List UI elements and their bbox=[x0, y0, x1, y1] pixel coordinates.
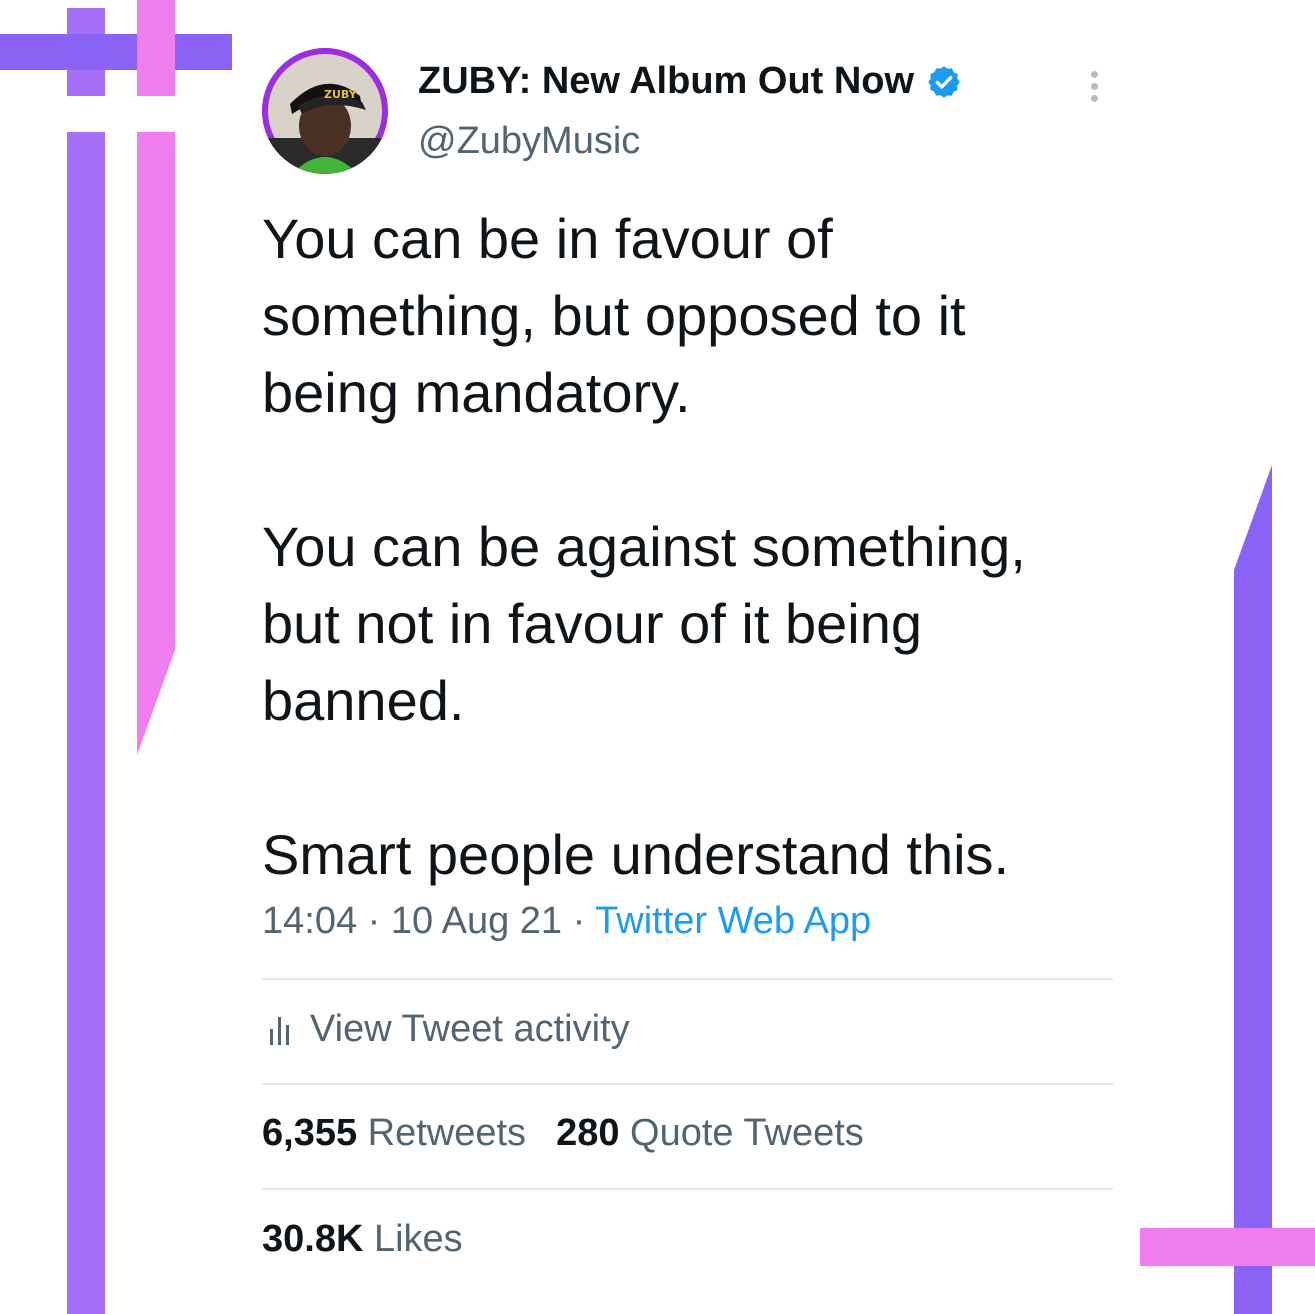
tweet-paragraph: You can be in favour of something, but o… bbox=[262, 207, 966, 424]
avatar-cap-text: ZUBY bbox=[324, 88, 358, 101]
bar-chart-icon bbox=[270, 1016, 289, 1045]
likes-label: Likes bbox=[373, 1218, 463, 1260]
more-options-icon[interactable] bbox=[1084, 68, 1104, 104]
tweet-time[interactable]: 14:04 bbox=[262, 900, 357, 942]
divider bbox=[262, 978, 1113, 980]
activity-label: View Tweet activity bbox=[310, 1008, 630, 1050]
likes-stat[interactable]: 30.8K Likes bbox=[262, 1218, 463, 1261]
author-name-row: ZUBY: New Album Out Now bbox=[418, 60, 962, 103]
tweet-date[interactable]: 10 Aug 21 bbox=[391, 900, 562, 942]
quotes-count: 280 bbox=[556, 1112, 620, 1154]
handle[interactable]: @ZubyMusic bbox=[418, 120, 640, 163]
display-name[interactable]: ZUBY: New Album Out Now bbox=[418, 60, 914, 103]
source-app-link[interactable]: Twitter Web App bbox=[595, 900, 871, 942]
quotes-label: Quote Tweets bbox=[630, 1112, 864, 1154]
retweets-label: Retweets bbox=[367, 1112, 527, 1154]
divider bbox=[262, 1083, 1113, 1085]
avatar[interactable]: ZUBY bbox=[262, 48, 388, 174]
divider bbox=[262, 1188, 1113, 1190]
tweet-meta: 14:04 · 10 Aug 21 · Twitter Web App bbox=[262, 900, 871, 943]
retweets-count: 6,355 bbox=[262, 1112, 358, 1154]
tweet-paragraph: You can be against something, but not in… bbox=[262, 515, 1026, 732]
engagement-stats: 6,355 Retweets 280 Quote Tweets bbox=[262, 1112, 864, 1155]
verified-badge-icon bbox=[928, 65, 960, 98]
quotes-stat[interactable]: 280 Quote Tweets bbox=[556, 1112, 864, 1154]
meta-separator: · bbox=[562, 900, 596, 942]
meta-separator: · bbox=[357, 900, 391, 942]
retweets-stat[interactable]: 6,355 Retweets bbox=[262, 1112, 526, 1154]
likes-count: 30.8K bbox=[262, 1218, 364, 1260]
tweet-text: You can be in favour of something, but o… bbox=[262, 200, 1142, 893]
view-tweet-activity-link[interactable]: View Tweet activity bbox=[268, 1008, 630, 1051]
tweet-paragraph: Smart people understand this. bbox=[262, 823, 1010, 886]
